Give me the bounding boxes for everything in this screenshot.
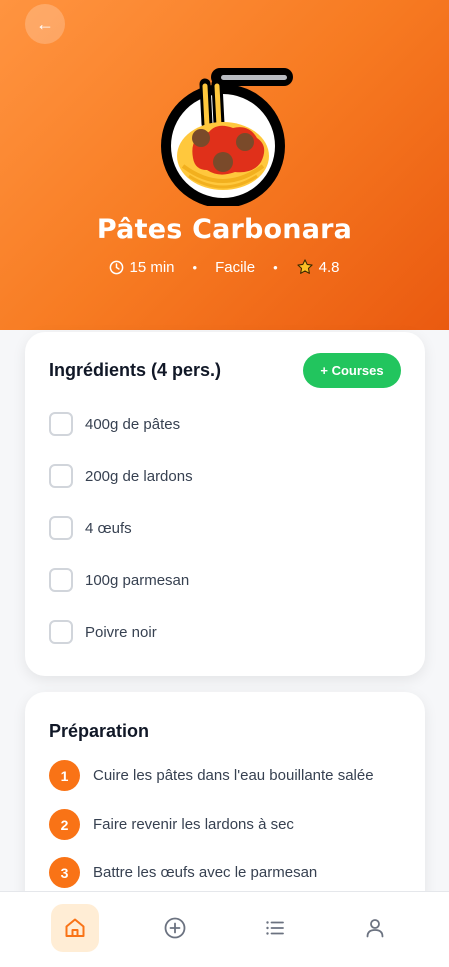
spaghetti-icon [161,68,293,206]
recipe-title: Pâtes Carbonara [96,214,353,245]
time-label: 15 min [129,258,175,276]
ingredient-label: 200g de lardons [85,467,193,485]
recipe-meta: 15 min • Facile • 4.8 [0,258,449,276]
ingredient-item[interactable]: 200g de lardons [49,464,193,488]
step-number: 1 [49,760,80,791]
ingredient-label: 4 œufs [85,519,132,537]
step-item: 1 Cuire les pâtes dans l'eau bouillante … [49,760,374,791]
star-icon [297,259,313,274]
preparation-title: Préparation [49,721,150,741]
step-text: Faire revenir les lardons à sec [93,816,294,833]
ingredient-label: 400g de pâtes [85,415,181,433]
meta-separator: • [273,259,278,275]
ingredient-item[interactable]: 100g parmesan [49,568,189,592]
ingredient-checkbox[interactable] [49,620,73,644]
ingredients-card: Ingrédients (4 pers.) + Courses 400g de … [25,332,425,676]
nav-list[interactable] [251,904,299,952]
clock-icon [110,260,124,274]
nav-home[interactable] [51,904,99,952]
time-info: 15 min [109,258,175,276]
ingredient-item[interactable]: 400g de pâtes [49,412,180,436]
ingredient-checkbox[interactable] [49,516,73,540]
add-to-shopping-button[interactable]: + Courses [303,353,401,388]
meta-separator: • [192,259,198,275]
plus-circle-icon [164,917,186,939]
home-icon [65,918,85,937]
step-number: 2 [49,809,80,840]
ingredient-label: 100g parmesan [85,571,190,589]
rating-label: 4.8 [318,258,340,276]
nav-profile[interactable] [351,904,399,952]
ingredient-label: Poivre noir [85,623,157,641]
nav-add[interactable] [151,904,199,952]
back-button[interactable]: ← [25,4,65,44]
user-icon [366,919,384,938]
ingredient-checkbox[interactable] [49,412,73,436]
step-number: 3 [49,857,80,888]
ingredient-item[interactable]: Poivre noir [49,620,157,644]
difficulty-label: Facile [215,258,256,276]
list-icon [266,921,284,935]
rating-info: 4.8 [296,258,340,276]
ingredient-checkbox[interactable] [49,464,73,488]
ingredients-title: Ingrédients (4 pers.) [49,360,222,380]
step-item: 2 Faire revenir les lardons à sec [49,809,294,840]
step-text: Battre les œufs avec le parmesan [93,864,318,881]
recipe-hero: ← Pâtes Carbonara 15 min • Facile • 4.8 [0,0,449,330]
ingredient-checkbox[interactable] [49,568,73,592]
ingredient-item[interactable]: 4 œufs [49,516,132,540]
arrow-left-icon: ← [36,13,54,34]
bottom-navigation [0,891,449,967]
step-text: Cuire les pâtes dans l'eau bouillante sa… [93,767,374,784]
step-item: 3 Battre les œufs avec le parmesan [49,857,317,888]
